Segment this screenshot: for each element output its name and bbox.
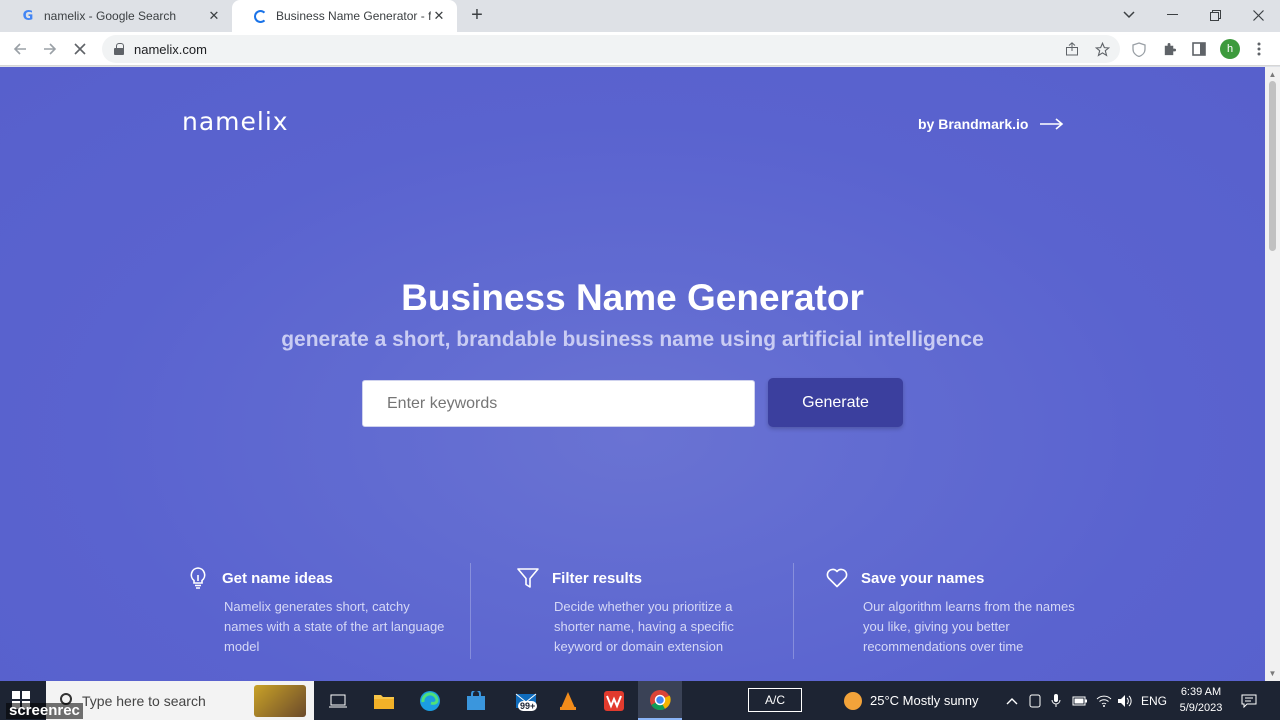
taskbar-search-placeholder: Type here to search (82, 692, 206, 709)
lock-icon[interactable] (114, 43, 124, 55)
forward-button[interactable] (38, 37, 62, 61)
clock-date: 5/9/2023 (1179, 702, 1223, 714)
feature-title: Get name ideas (222, 569, 333, 587)
feature-get-name-ideas: Get name ideas Namelix generates short, … (186, 563, 486, 657)
feature-divider (470, 563, 471, 659)
restore-button[interactable] (1193, 0, 1237, 30)
feature-filter-results: Filter results Decide whether you priori… (516, 563, 816, 657)
vlc-icon[interactable] (546, 681, 590, 720)
wps-office-icon[interactable] (592, 681, 636, 720)
feature-description: Our algorithm learns from the names you … (863, 599, 1075, 654)
tab-google-search[interactable]: G namelix - Google Search ✕ (0, 0, 232, 32)
tab-title: Business Name Generator - free (276, 9, 431, 23)
chrome-icon[interactable] (638, 681, 682, 720)
arrow-right-icon (1040, 118, 1064, 130)
lightbulb-icon (186, 566, 210, 590)
google-g-icon: G (22, 8, 34, 24)
taskbar-search-box[interactable]: Type here to search (46, 681, 314, 720)
tab-search-icon[interactable] (1107, 0, 1151, 30)
feature-divider (793, 563, 794, 659)
scroll-thumb[interactable] (1269, 81, 1276, 251)
scroll-down-arrow-icon[interactable]: ▼ (1268, 669, 1277, 678)
taskbar-clock[interactable]: 6:39 AM 5/9/2023 (1170, 684, 1232, 716)
keywords-input[interactable] (362, 380, 755, 427)
hero-title: Business Name Generator (401, 277, 864, 318)
wifi-icon[interactable] (1096, 681, 1112, 720)
file-explorer-icon[interactable] (362, 681, 406, 720)
meet-now-icon[interactable] (1029, 681, 1041, 720)
language-indicator[interactable]: ENG (1141, 681, 1167, 720)
close-tab-icon[interactable]: ✕ (206, 8, 222, 24)
namelix-logo[interactable]: namelix (182, 107, 289, 136)
extensions-puzzle-icon[interactable] (1158, 38, 1180, 60)
browser-toolbar: namelix.com h (0, 32, 1280, 66)
close-window-button[interactable] (1236, 0, 1280, 30)
feature-description: Decide whether you prioritize a shorter … (554, 599, 734, 654)
url-text: namelix.com (134, 41, 207, 57)
screenrec-watermark: screenrec (6, 703, 83, 719)
heart-icon (825, 566, 849, 590)
microphone-icon[interactable] (1051, 681, 1061, 720)
tab-namelix[interactable]: Business Name Generator - free ✕ (232, 0, 457, 32)
mail-badge: 99+ (518, 701, 538, 711)
page-scrollbar[interactable]: ▲ ▼ (1265, 67, 1280, 681)
feature-save-your-names: Save your names Our algorithm learns fro… (825, 563, 1125, 657)
sunny-weather-icon (844, 691, 862, 710)
notification-icon[interactable] (1241, 681, 1257, 720)
feature-title: Save your names (861, 569, 985, 587)
back-button[interactable] (8, 37, 32, 61)
new-tab-button[interactable]: + (467, 5, 487, 26)
microsoft-store-icon[interactable] (454, 681, 498, 720)
search-highlight-image (254, 685, 306, 717)
loading-spinner-icon (252, 8, 268, 24)
clock-time: 6:39 AM (1180, 686, 1222, 698)
minimize-button[interactable] (1150, 0, 1194, 30)
weather-widget[interactable]: 25°C Mostly sunny (844, 681, 979, 720)
profile-avatar[interactable]: h (1220, 39, 1240, 59)
hero-subtitle: generate a short, brandable business nam… (281, 328, 984, 351)
feature-title: Filter results (552, 569, 643, 587)
filter-icon (516, 566, 540, 590)
chrome-menu-icon[interactable] (1248, 38, 1270, 60)
show-hidden-icons-icon[interactable] (1006, 681, 1018, 720)
scroll-up-arrow-icon[interactable]: ▲ (1268, 70, 1277, 79)
edge-icon[interactable] (408, 681, 452, 720)
feature-description: Namelix generates short, catchy names wi… (224, 599, 445, 654)
generate-button[interactable]: Generate (768, 378, 903, 427)
brandmark-link[interactable]: by Brandmark.io (918, 116, 1064, 132)
tab-title: namelix - Google Search (44, 9, 177, 23)
address-bar[interactable]: namelix.com (102, 35, 1120, 63)
shield-extension-icon[interactable] (1128, 38, 1150, 60)
share-icon[interactable] (1061, 38, 1083, 60)
stop-loading-button[interactable] (68, 37, 92, 61)
task-view-icon[interactable] (316, 681, 360, 720)
namelix-page: namelix by Brandmark.io Business Name Ge… (0, 67, 1265, 681)
windows-taskbar: Type here to search 99+ A/C 25°C Mostly … (0, 681, 1280, 720)
volume-icon[interactable] (1117, 681, 1133, 720)
weather-text: 25°C Mostly sunny (870, 693, 979, 708)
mail-icon[interactable]: 99+ (504, 681, 548, 720)
bookmark-star-icon[interactable] (1091, 38, 1113, 60)
ac-indicator[interactable]: A/C (748, 688, 802, 712)
battery-icon[interactable] (1072, 681, 1088, 720)
tab-strip: G namelix - Google Search ✕ Business Nam… (0, 0, 1280, 32)
brandmark-link-label: by Brandmark.io (918, 116, 1029, 132)
side-panel-icon[interactable] (1188, 38, 1210, 60)
close-tab-icon[interactable]: ✕ (431, 8, 447, 24)
